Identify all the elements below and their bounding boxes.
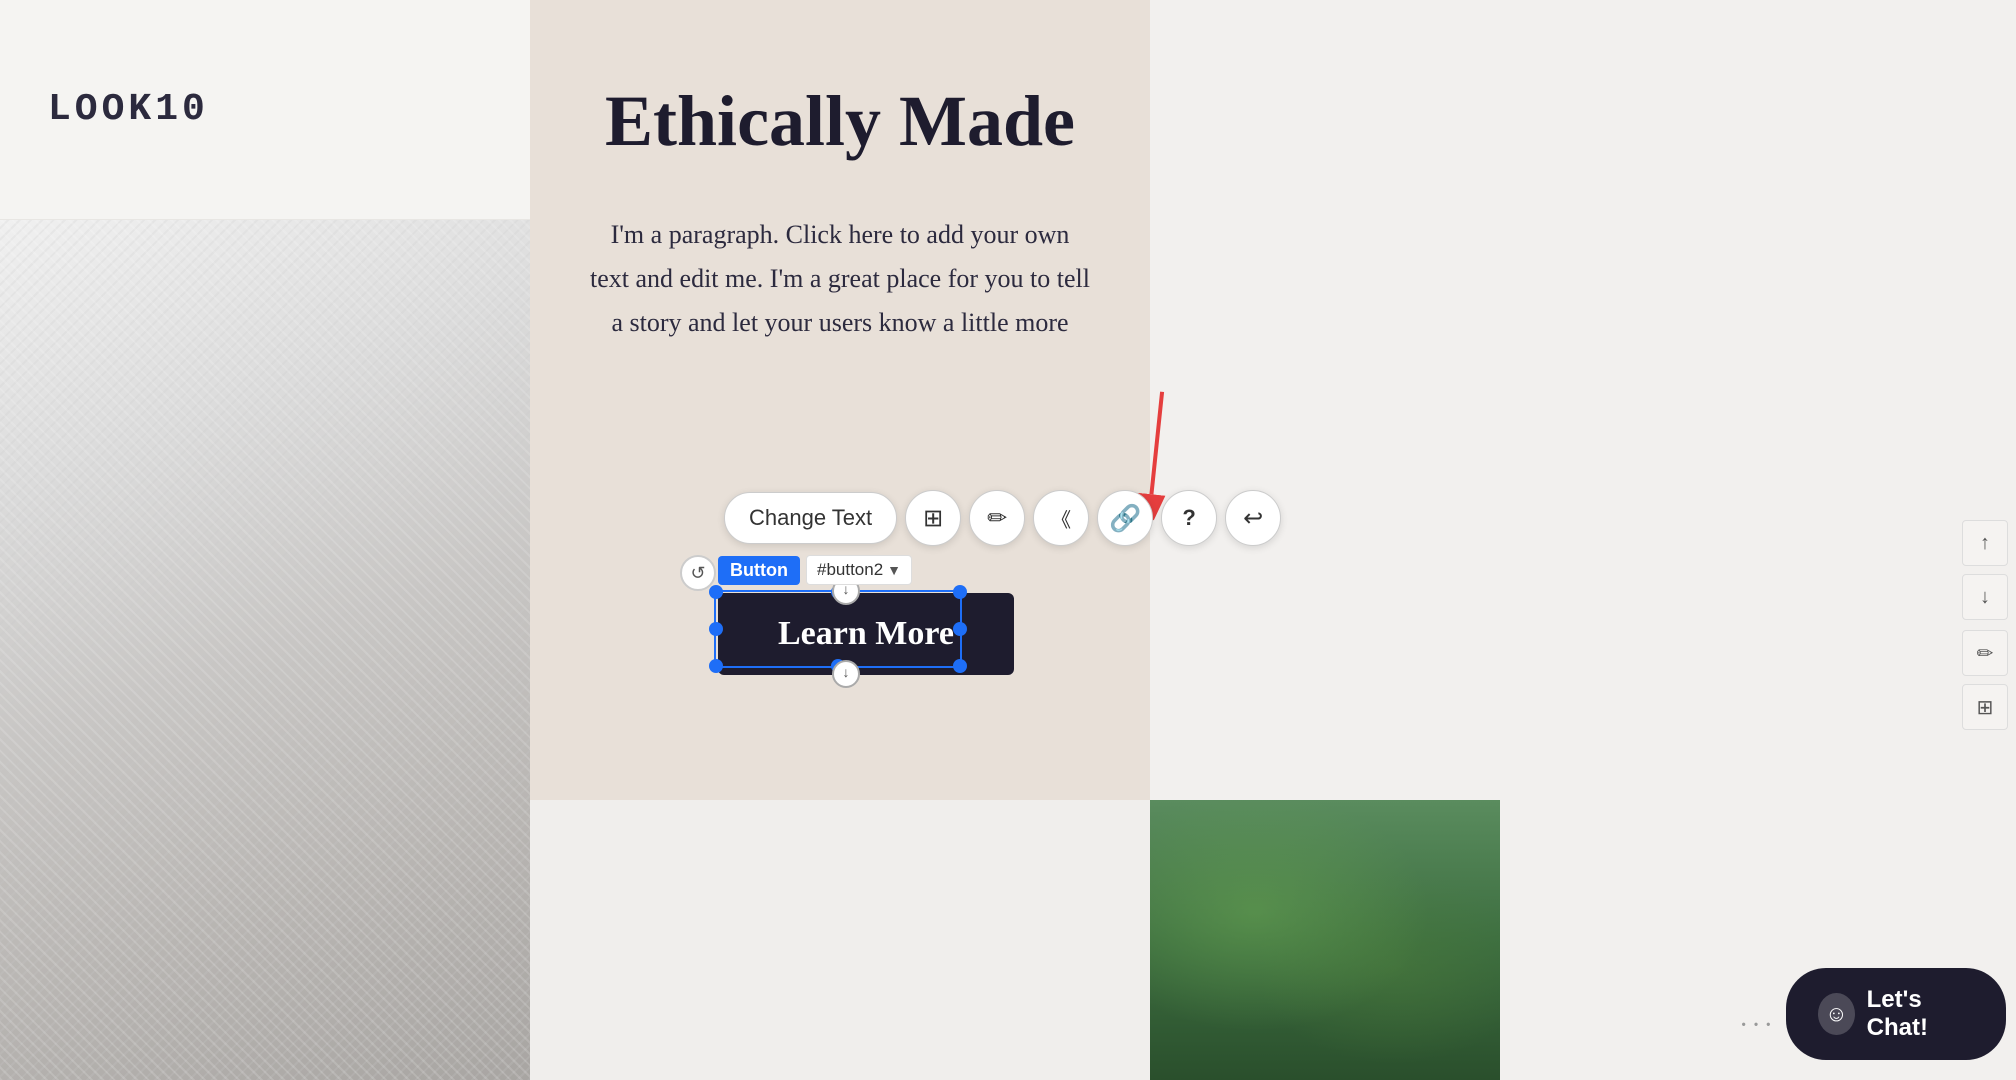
anchor-up-icon: ↓ — [843, 583, 850, 599]
link-icon: 🔗 — [1109, 503, 1141, 534]
fabric-texture — [0, 220, 530, 1080]
logo: LOOK10 — [48, 88, 209, 131]
right-pencil-icon: ✏ — [1977, 641, 1994, 666]
layout-toolbar-button[interactable]: ⊞ — [905, 490, 961, 546]
layout-icon: ⊞ — [923, 504, 943, 533]
help-toolbar-button[interactable]: ? — [1161, 490, 1217, 546]
right-grid-icon: ⊞ — [1977, 695, 1994, 720]
undo-toolbar-button[interactable]: ↩ — [1225, 490, 1281, 546]
code-icon: 《 — [1051, 504, 1071, 533]
help-icon: ? — [1182, 505, 1195, 531]
right-edit-panel: ✏ ⊞ — [1962, 630, 2008, 730]
chat-icon: ☺ — [1818, 993, 1855, 1035]
chat-label: Let's Chat! — [1867, 986, 1974, 1042]
scroll-down-button[interactable]: ↓ — [1962, 574, 2008, 620]
scroll-up-button[interactable]: ↑ — [1962, 520, 2008, 566]
right-pencil-button[interactable]: ✏ — [1962, 630, 2008, 676]
learn-more-button[interactable]: Learn More — [718, 593, 1014, 675]
three-dots-menu[interactable]: ··· — [1739, 1010, 1776, 1042]
anchor-down-icon: ↓ — [843, 666, 850, 682]
header: LOOK10 — [0, 0, 530, 220]
nature-texture — [1150, 800, 1500, 1080]
button-tag-label: Button — [718, 556, 800, 585]
scroll-arrows-panel: ↑ ↓ — [1962, 520, 2008, 620]
paragraph-text[interactable]: I'm a paragraph. Click here to add your … — [590, 213, 1090, 346]
element-toolbar: Change Text ⊞ ✏ 《 🔗 ? ↩ — [724, 490, 1281, 546]
button-tooltip: Button #button2 ▼ — [718, 555, 912, 585]
chat-button[interactable]: ☺ Let's Chat! — [1786, 968, 2006, 1060]
link-toolbar-button[interactable]: 🔗 — [1097, 490, 1153, 546]
pen-toolbar-button[interactable]: ✏ — [969, 490, 1025, 546]
selected-button-wrapper: Learn More — [718, 593, 1014, 675]
nature-image — [1150, 800, 1500, 1080]
code-toolbar-button[interactable]: 《 — [1033, 490, 1089, 546]
fabric-image-panel — [0, 220, 530, 1080]
rotate-handle[interactable]: ↺ — [680, 555, 716, 591]
anchor-bottom-button[interactable]: ↓ — [832, 660, 860, 688]
pen-icon: ✏ — [987, 504, 1007, 533]
up-arrow-icon: ↑ — [1980, 532, 1990, 555]
undo-icon: ↩ — [1243, 504, 1263, 533]
dropdown-arrow-icon[interactable]: ▼ — [887, 562, 901, 578]
right-grid-button[interactable]: ⊞ — [1962, 684, 2008, 730]
down-arrow-icon: ↓ — [1980, 586, 1990, 609]
button-id-label: #button2 ▼ — [806, 555, 912, 585]
main-heading: Ethically Made — [605, 80, 1075, 163]
change-text-button[interactable]: Change Text — [724, 492, 897, 544]
